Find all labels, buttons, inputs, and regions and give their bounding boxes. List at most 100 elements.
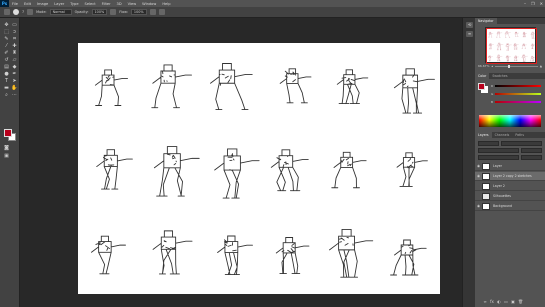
foreground-color-swatch[interactable]	[4, 129, 12, 137]
pressure-size-icon[interactable]	[158, 9, 165, 15]
healing-tool-icon[interactable]: ✚	[11, 43, 18, 49]
lock-icons[interactable]	[478, 155, 519, 160]
path-select-tool-icon[interactable]: ➤	[11, 78, 18, 84]
eyedropper-tool-icon[interactable]: ⁄	[3, 43, 10, 49]
color-panel: Color Swatches R G B	[475, 73, 545, 129]
menu-edit[interactable]: Edit	[21, 2, 34, 6]
zoom-out-icon[interactable]: ▴	[491, 64, 493, 68]
menu-type[interactable]: Type	[67, 2, 81, 6]
canvas[interactable]	[78, 43, 440, 294]
history-panel-icon[interactable]: ⟲	[466, 22, 473, 28]
shape-tool-icon[interactable]: ▬	[3, 85, 10, 91]
layer-row[interactable]: ◉ Background	[475, 202, 545, 211]
zoom-slider[interactable]	[494, 64, 538, 68]
zoom-tool-icon[interactable]: ⌕	[3, 92, 10, 98]
navigator-thumbnail[interactable]	[485, 27, 537, 64]
tools-panel: ✥ ▭ ⬚ ↄ ✎ ⌗ ⁄ ✚ ✐ ♜ ↺ ▱ ▤ ◆ ● ✒ T ➤ ▬ ✋ …	[0, 18, 20, 307]
marquee-tool-icon[interactable]: ⬚	[3, 29, 10, 35]
layer-opacity-field[interactable]	[520, 148, 542, 153]
brush-tool-icon[interactable]: ✐	[3, 50, 10, 56]
airbrush-icon[interactable]	[149, 9, 156, 15]
menu-view[interactable]: View	[125, 2, 140, 6]
brush-preview-icon[interactable]	[13, 9, 19, 15]
color-spectrum[interactable]	[479, 115, 541, 127]
pen-tool-icon[interactable]: ✒	[11, 71, 18, 77]
brush-size[interactable]: 7	[22, 10, 24, 14]
new-layer-icon[interactable]: ▣	[511, 300, 515, 304]
layer-filter-select[interactable]	[478, 141, 500, 146]
layer-filter-icons[interactable]	[501, 141, 542, 146]
blur-tool-icon[interactable]: ◆	[11, 64, 18, 70]
menu-file[interactable]: File	[9, 2, 21, 6]
properties-panel-icon[interactable]: ≡	[466, 31, 473, 37]
sketch-strokes	[153, 146, 200, 197]
stamp-tool-icon[interactable]: ♜	[11, 50, 18, 56]
opacity-field[interactable]: 100%	[91, 9, 108, 15]
menu-layer[interactable]: Layer	[51, 2, 67, 6]
zoom-value[interactable]: 66.67%	[478, 64, 489, 68]
lasso-tool-icon[interactable]: ↄ	[11, 29, 18, 35]
brush-tool-preset-icon[interactable]	[4, 9, 10, 15]
eraser-tool-icon[interactable]: ▱	[11, 57, 18, 63]
menu-window[interactable]: Window	[139, 2, 159, 6]
history-brush-tool-icon[interactable]: ↺	[3, 57, 10, 63]
link-layers-icon[interactable]: ∞	[483, 300, 487, 304]
menu-image[interactable]: Image	[34, 2, 51, 6]
visibility-eye-icon[interactable]: ◉	[475, 174, 482, 178]
layer-row[interactable]: Layer 2	[475, 182, 545, 191]
close-button[interactable]: ✕	[540, 0, 543, 7]
maximize-button[interactable]: ❐	[531, 0, 535, 7]
menu-select[interactable]: Select	[82, 2, 99, 6]
quick-mask-icon[interactable]: ◙	[3, 145, 10, 151]
move-tool-icon[interactable]: ✥	[3, 22, 10, 28]
tab-layers[interactable]: Layers	[475, 132, 492, 138]
delete-layer-icon[interactable]: 🗑	[518, 300, 523, 304]
gradient-tool-icon[interactable]: ▤	[3, 64, 10, 70]
minimize-button[interactable]: –	[524, 0, 526, 7]
red-slider[interactable]: R	[491, 84, 541, 88]
layer-row-selected[interactable]: ◉ Layer 2 copy 2 sketches	[475, 172, 545, 181]
blue-slider[interactable]: B	[491, 100, 541, 104]
zoom-in-icon[interactable]: ▲	[540, 64, 542, 68]
artboard-tool-icon[interactable]: ▭	[11, 22, 18, 28]
color-panel-foreground-swatch[interactable]	[478, 83, 485, 90]
sketch-strokes	[96, 149, 133, 190]
tab-channels[interactable]: Channels	[492, 132, 513, 138]
layer-row[interactable]: Silhouettes	[475, 192, 545, 201]
pressure-opacity-icon[interactable]	[110, 9, 117, 15]
crop-tool-icon[interactable]: ⌗	[11, 36, 18, 42]
new-group-icon[interactable]: ▭	[504, 300, 508, 304]
screen-mode-icon[interactable]: ▣	[3, 153, 10, 159]
tab-navigator[interactable]: Navigator	[475, 18, 497, 24]
layer-row[interactable]: ◉ Layer	[475, 162, 545, 171]
tab-swatches[interactable]: Swatches	[489, 73, 510, 79]
menu-3d[interactable]: 3D	[114, 2, 125, 6]
blend-mode-select[interactable]	[478, 148, 519, 153]
flow-field[interactable]: 100%	[130, 9, 147, 15]
visibility-eye-icon[interactable]: ◉	[475, 164, 482, 168]
layer-style-icon[interactable]: fx	[490, 300, 494, 304]
layer-fill-field[interactable]	[520, 155, 542, 160]
sketch-strokes	[91, 235, 126, 275]
navigator-panel: Navigator 66.67% ▴ ▲	[475, 18, 545, 70]
green-slider[interactable]: G	[491, 92, 541, 96]
dodge-tool-icon[interactable]: ●	[3, 71, 10, 77]
hand-tool-icon[interactable]: ✋	[11, 85, 18, 91]
menu-help[interactable]: Help	[159, 2, 173, 6]
tab-paths[interactable]: Paths	[512, 132, 527, 138]
type-tool-icon[interactable]: T	[3, 78, 10, 84]
mode-value: Normal	[52, 10, 65, 14]
mode-select[interactable]: Normal	[49, 9, 72, 15]
edit-toolbar-icon[interactable]: ⋯	[11, 92, 18, 98]
tab-color[interactable]: Color	[475, 73, 490, 79]
adjustment-layer-icon[interactable]: ◐	[497, 300, 501, 304]
visibility-eye-icon[interactable]: ◉	[475, 204, 482, 208]
sketch-strokes	[331, 151, 367, 189]
layer-thumbnail	[482, 162, 490, 170]
brush-panel-icon[interactable]	[27, 9, 34, 15]
quick-select-tool-icon[interactable]: ✎	[3, 36, 10, 42]
sketch-strokes	[393, 68, 435, 114]
navigator-view-box[interactable]	[486, 28, 537, 64]
menu-filter[interactable]: Filter	[99, 2, 114, 6]
layer-name: Background	[493, 204, 513, 208]
